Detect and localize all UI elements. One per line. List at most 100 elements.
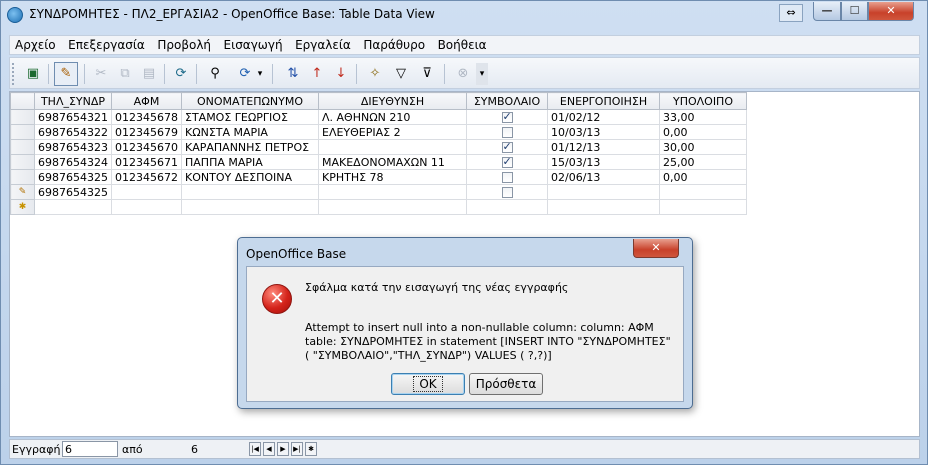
cell-activation[interactable]: 15/03/13 [547, 154, 660, 170]
column-header[interactable]: ΣΥΜΒΟΛΑΙΟ [466, 92, 548, 110]
row-selector[interactable] [10, 139, 35, 155]
contract-checkbox-cell[interactable] [466, 184, 548, 200]
checked-checkbox[interactable] [501, 156, 513, 168]
cell-name[interactable]: ΚΩΝΣΤΑ ΜΑΡΙΑ [181, 124, 319, 140]
cell-phone[interactable]: 6987654323 [34, 139, 112, 155]
toolbar-overflow-icon[interactable]: ▾ [476, 63, 488, 85]
cell-name[interactable]: ΚΟΝΤΟΥ ΔΕΣΠΟΙΝΑ [181, 169, 319, 185]
unchecked-checkbox[interactable] [501, 187, 513, 198]
cell-name[interactable]: ΠΑΠΠΑ ΜΑΡΙΑ [181, 154, 319, 170]
standard-filter-icon[interactable]: ⊽ [416, 63, 438, 85]
cell-phone[interactable]: 6987654324 [34, 154, 112, 170]
menu-help[interactable]: Βοήθεια [433, 36, 491, 52]
row-selector[interactable] [10, 154, 35, 170]
contract-checkbox-cell[interactable] [466, 109, 548, 125]
more-button[interactable]: Πρόσθετα [469, 373, 543, 395]
cell-name[interactable] [181, 184, 319, 200]
column-header[interactable]: ΥΠΟΛΟΙΠΟ [659, 92, 747, 110]
row-selector[interactable] [10, 109, 35, 125]
empty-cell[interactable] [34, 199, 112, 215]
cell-address[interactable]: Λ. ΑΘΗΝΩΝ 210 [318, 109, 467, 125]
menu-window[interactable]: Παράθυρο [358, 36, 429, 52]
save-icon[interactable]: ▣ [22, 63, 44, 85]
cell-address[interactable] [318, 184, 467, 200]
copy-icon[interactable]: ⧉ [114, 63, 136, 85]
contract-checkbox-cell[interactable] [466, 154, 548, 170]
remove-filter-icon[interactable]: ⊗ [452, 63, 474, 85]
column-header[interactable]: ΟΝΟΜΑΤΕΠΩΝΥΜΟ [181, 92, 319, 110]
cell-balance[interactable]: 30,00 [659, 139, 747, 155]
row-header-corner[interactable] [10, 92, 35, 110]
undo-record-icon[interactable]: ⟳ [170, 63, 192, 85]
cut-icon[interactable]: ✂ [90, 63, 112, 85]
table-row[interactable]: 6987654323012345670ΚΑΡΑΠΑΝΝΗΣ ΠΕΤΡΟΣ 01/1… [10, 139, 747, 155]
table-row[interactable]: 6987654321 012345678 ΣΤΑΜΟΣ ΓΕΩΡΓΙΟΣ Λ. ΑΘΗ… [10, 109, 747, 125]
sort-ascending-icon[interactable]: ↑ [306, 63, 328, 85]
minimize-button[interactable]: — [813, 2, 841, 21]
table-row[interactable]: ✎ 6987654325 [10, 184, 747, 200]
cell-name[interactable]: ΚΑΡΑΠΑΝΝΗΣ ΠΕΤΡΟΣ [181, 139, 319, 155]
menu-tools[interactable]: Εργαλεία [290, 36, 355, 52]
close-button[interactable]: ✕ [868, 2, 914, 21]
new-record-row[interactable]: ✱ [10, 199, 747, 215]
column-header[interactable]: ΤΗΛ_ΣΥΝΔΡ [34, 92, 112, 110]
sort-descending-icon[interactable]: ↓ [330, 63, 352, 85]
empty-cell[interactable] [318, 199, 467, 215]
title-bar[interactable]: ΣΥΝΔΡΟΜΗΤΕΣ - ΠΛ2_ΕΡΓΑΣΙΑ2 - OpenOffice … [1, 1, 927, 31]
cell-phone[interactable]: 6987654322 [34, 124, 112, 140]
cell-afm[interactable]: 012345670 [111, 139, 182, 155]
contract-checkbox-cell[interactable] [466, 124, 548, 140]
column-header[interactable]: ΑΦΜ [111, 92, 182, 110]
table-row[interactable]: 6987654324 012345671 ΠΑΠΠΑ ΜΑΡΙΑ ΜΑΚΕΔΟΝΟΜΑ… [10, 154, 747, 170]
edit-data-icon[interactable]: ✎ [54, 62, 78, 86]
cell-balance[interactable]: 25,00 [659, 154, 747, 170]
cell-name[interactable]: ΣΤΑΜΟΣ ΓΕΩΡΓΙΟΣ [181, 109, 319, 125]
next-record-button[interactable]: ▶ [277, 442, 289, 456]
cell-afm[interactable] [111, 184, 182, 200]
row-selector[interactable] [10, 124, 35, 140]
cell-activation[interactable] [547, 184, 660, 200]
cell-address[interactable]: ΚΡΗΤΗΣ 78 [318, 169, 467, 185]
cell-balance[interactable]: 33,00 [659, 109, 747, 125]
toolbar-grip[interactable] [12, 63, 16, 85]
cell-balance[interactable]: 0,00 [659, 169, 747, 185]
first-record-button[interactable]: |◀ [249, 442, 261, 456]
row-selector[interactable] [10, 169, 35, 185]
unchecked-checkbox[interactable] [501, 172, 513, 183]
table-row[interactable]: 6987654322 012345679 ΚΩΝΣΤΑ ΜΑΡΙΑ ΕΛΕΥΘΕΡΙΑ… [10, 124, 747, 140]
new-row-asterisk-icon[interactable]: ✱ [10, 199, 35, 215]
cell-activation[interactable]: 01/02/12 [547, 109, 660, 125]
empty-cell[interactable] [466, 199, 548, 215]
previous-record-button[interactable]: ◀ [263, 442, 275, 456]
cell-activation[interactable]: 10/03/13 [547, 124, 660, 140]
record-number-field[interactable]: 6 [62, 441, 118, 457]
checked-checkbox[interactable] [501, 141, 513, 153]
empty-cell[interactable] [547, 199, 660, 215]
cell-phone[interactable]: 6987654325 [34, 184, 112, 200]
cell-afm[interactable]: 012345678 [111, 109, 182, 125]
cell-balance[interactable]: 0,00 [659, 124, 747, 140]
checked-checkbox[interactable] [501, 111, 513, 123]
cell-activation[interactable]: 02/06/13 [547, 169, 660, 185]
menu-edit[interactable]: Επεξεργασία [63, 36, 149, 52]
paste-icon[interactable]: ▤ [138, 63, 160, 85]
cell-afm[interactable]: 012345672 [111, 169, 182, 185]
resize-arrows-icon[interactable]: ⇔ [779, 4, 803, 22]
cell-activation[interactable]: 01/12/13 [547, 139, 660, 155]
find-record-icon[interactable]: ⚲ [204, 63, 226, 85]
last-record-button[interactable]: ▶| [291, 442, 303, 456]
cell-address[interactable] [318, 139, 467, 155]
cell-phone[interactable]: 6987654325 [34, 169, 112, 185]
empty-cell[interactable] [111, 199, 182, 215]
column-header[interactable]: ΔΙΕΥΘΥΝΣΗ [318, 92, 467, 110]
sort-icon[interactable]: ⇅ [282, 63, 304, 85]
menu-file[interactable]: Αρχείο [10, 36, 60, 52]
cell-address[interactable]: ΜΑΚΕΔΟΝΟΜΑΧΩΝ 11 [318, 154, 467, 170]
table-row[interactable]: 6987654325 012345672 ΚΟΝΤΟΥ ΔΕΣΠΟΙΝΑ ΚΡΗΤΗΣ… [10, 169, 747, 185]
maximize-button[interactable]: ☐ [841, 2, 868, 21]
refresh-dropdown-icon[interactable]: ▾ [254, 63, 266, 85]
cell-afm[interactable]: 012345679 [111, 124, 182, 140]
edit-row-pencil-icon[interactable]: ✎ [10, 184, 35, 200]
contract-checkbox-cell[interactable] [466, 169, 548, 185]
contract-checkbox-cell[interactable] [466, 139, 548, 155]
